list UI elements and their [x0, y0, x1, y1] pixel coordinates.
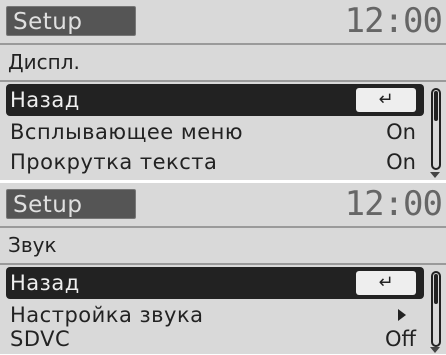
divider: [0, 226, 446, 228]
item-label: Прокрутка текста: [10, 150, 218, 174]
return-arrow-icon[interactable]: ↵: [356, 271, 416, 295]
setup-tab[interactable]: Setup: [6, 6, 136, 36]
scroll-thumb[interactable]: [434, 91, 438, 121]
scrollbar[interactable]: [431, 88, 441, 170]
setup-tab[interactable]: Setup: [6, 189, 136, 219]
title-bar: Setup 12:00: [0, 0, 446, 42]
scroll-thumb[interactable]: [434, 274, 438, 304]
item-value: Off: [385, 327, 416, 351]
scroll-down-icon: [430, 172, 440, 178]
scrollbar[interactable]: [431, 271, 441, 347]
title-bar: Setup 12:00: [0, 183, 446, 225]
divider: [0, 263, 446, 265]
clock: 12:00: [344, 184, 443, 224]
section-title: Звук: [8, 233, 57, 257]
divider: [0, 43, 446, 45]
back-label: Назад: [10, 88, 80, 112]
item-label: SDVC: [10, 327, 71, 351]
list-item[interactable]: Прокрутка текста On: [6, 146, 426, 178]
list-item[interactable]: Всплывающее меню On: [6, 116, 426, 148]
item-label: Всплывающее меню: [10, 120, 244, 144]
section-title: Диспл.: [8, 50, 80, 74]
return-arrow-icon[interactable]: ↵: [356, 88, 416, 112]
display-setup-screen: Setup 12:00 Диспл. Назад ↵ Всплывающее м…: [0, 0, 446, 180]
scroll-down-icon: [430, 347, 440, 353]
item-value: On: [386, 150, 416, 174]
list-item[interactable]: SDVC Off: [6, 323, 426, 355]
sound-setup-screen: Setup 12:00 Звук Назад ↵ Настройка звука…: [0, 183, 446, 354]
chevron-right-icon: [398, 309, 406, 321]
divider: [0, 80, 446, 82]
back-label: Назад: [10, 271, 80, 295]
item-value: On: [386, 120, 416, 144]
clock: 12:00: [344, 1, 443, 41]
